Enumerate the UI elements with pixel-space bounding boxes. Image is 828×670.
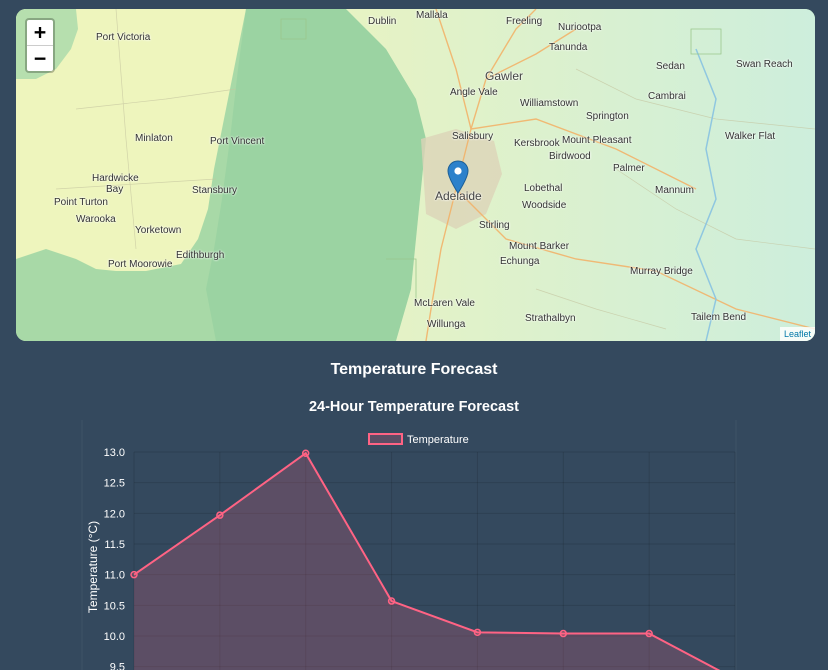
map-place-label: Walker Flat [725,131,776,142]
map-place-label: Sedan [656,61,685,72]
map-place-label: Warooka [76,214,116,225]
map-place-label: Mannum [655,185,694,196]
chart-legend[interactable]: Temperature [368,433,469,446]
y-axis-title: Temperature (°C) [86,521,100,613]
data-point [301,449,310,457]
zoom-in-button[interactable]: + [27,20,53,46]
data-point [559,629,568,638]
map-place-label: Nuriootpa [558,22,602,33]
data-point [473,628,482,637]
map-view[interactable]: Dublin Mallala Freeling Nuriootpa Tanunda Por… [16,9,815,341]
chart-series [130,449,721,670]
y-tick-label: 11.0 [104,570,125,582]
map-place-label: Hardwicke [92,173,139,184]
map-place-label: Tailem Bend [691,312,747,323]
map-place-label: Williamstown [520,98,579,109]
zoom-control: + − [25,18,55,73]
map-place-label: Salisbury [452,131,494,142]
map-place-label: Murray Bridge [630,266,693,277]
y-axis-ticks: 13.0 12.5 12.0 11.5 11.0 10.5 10.0 9.5 [104,447,125,670]
map-place-label: Palmer [613,163,645,174]
data-point [645,629,653,638]
map-place-label: Freeling [506,16,543,27]
y-tick-label: 12.5 [104,478,125,490]
map-place-label: Edithburgh [176,250,225,261]
map-place-label: Echunga [500,256,540,267]
map-place-label: Stansbury [192,185,238,196]
map-place-label: McLaren Vale [414,298,475,309]
map-place-label: Point Turton [54,197,108,208]
map-place-label: Woodside [522,200,567,211]
chart-title: 24-Hour Temperature Forecast [308,399,520,415]
page: Dublin Mallala Freeling Nuriootpa Tanunda Por… [0,0,828,670]
map-place-label: Mallala [416,10,448,21]
data-point [130,570,138,579]
map-place-label: Minlaton [135,133,173,144]
map-place-label: Cambrai [648,91,686,102]
map-place-label: Willunga [427,319,466,330]
y-tick-label: 10.0 [104,631,125,643]
legend-swatch [368,433,403,445]
temperature-chart: Temperature 13.0 12.5 12.0 11.5 11.0 10.5 10.0… [81,420,737,670]
map-place-label: Port Moorowie [108,259,173,270]
map-place-label: Tanunda [549,42,588,53]
zoom-out-button[interactable]: − [27,46,53,71]
data-point [216,511,224,519]
map-place-label: Kersbrook [514,138,560,149]
y-axis-label: Temperature (°C) [86,521,100,613]
series-area [134,453,719,670]
y-tick-label: 9.5 [110,662,125,670]
map-place-label: Gawler [485,69,524,83]
map-place-label: Mount Pleasant [562,135,632,146]
map-place-label: Lobethal [524,183,563,194]
map-place-label: Stirling [479,220,510,231]
map-place-label: Strathalbyn [525,313,576,324]
y-tick-label: 13.0 [104,447,125,459]
y-tick-label: 12.0 [104,508,125,520]
map-place-label: Birdwood [549,151,591,162]
map-place-label: Swan Reach [736,59,793,70]
map-place-label: Angle Vale [450,87,498,98]
map-place-label: Bay [106,184,124,195]
map-place-label: Dublin [368,16,397,27]
data-point [387,597,396,605]
map-place-label: Port Victoria [96,32,151,43]
map-attribution-link[interactable]: Leaflet [779,327,815,341]
map-place-label: Port Vincent [210,136,265,147]
section-title: Temperature Forecast [330,361,498,378]
legend-label: Temperature [407,434,469,446]
y-tick-label: 10.5 [104,600,125,612]
map-place-label: Yorketown [135,225,182,236]
y-tick-label: 11.5 [104,539,125,551]
location-marker-icon[interactable] [447,160,469,194]
map-place-label: Springton [586,111,629,122]
map-place-label: Mount Barker [509,241,570,252]
